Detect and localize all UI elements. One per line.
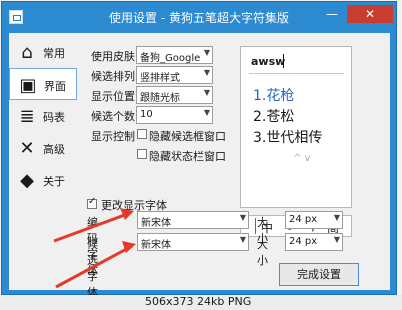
image-info: 506x373 24kb PNG [145, 295, 252, 308]
image-caption-bar: 506x373 24kb PNG [0, 295, 402, 310]
annotation-arrow [53, 211, 131, 243]
arrow-head [120, 208, 134, 220]
annotation-arrow [55, 244, 133, 289]
annotation-arrows [53, 208, 136, 289]
